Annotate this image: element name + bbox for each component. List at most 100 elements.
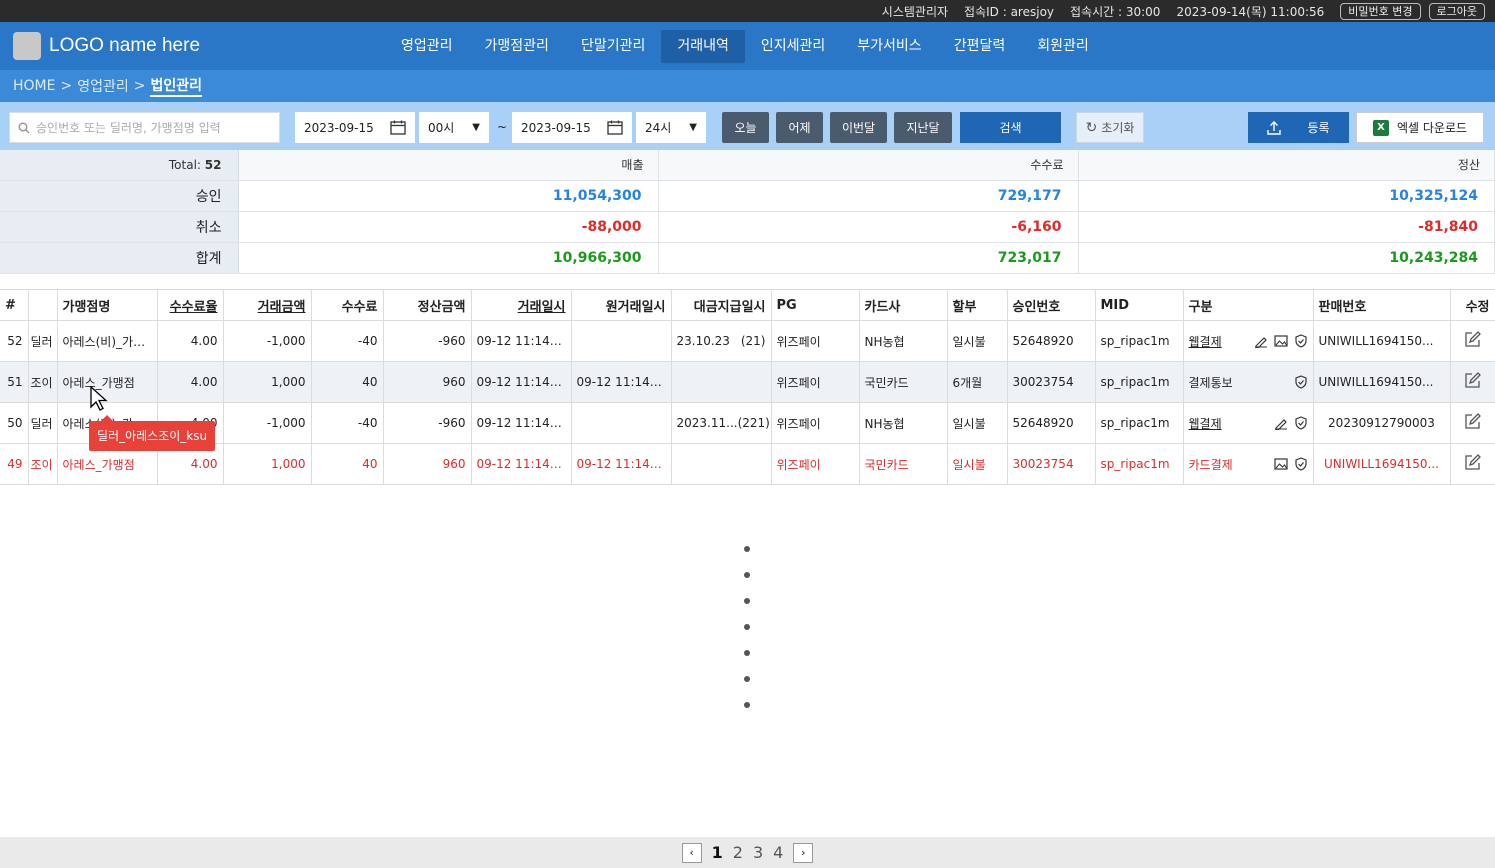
nav-item-transactions[interactable]: 거래내역	[661, 29, 745, 63]
nav-item-terminal[interactable]: 단말기관리	[565, 30, 661, 63]
col-header-sale-no[interactable]: 판매번호	[1313, 289, 1451, 321]
row-no: 49	[0, 443, 29, 485]
breadcrumb-level1[interactable]: 영업관리	[77, 76, 129, 96]
row-mid: sp_ripac1m	[1095, 361, 1184, 403]
page-4[interactable]: 4	[773, 843, 783, 862]
col-header-pg[interactable]: PG	[771, 289, 860, 321]
shield-check-icon[interactable]	[1294, 375, 1308, 389]
table-row[interactable]: 51 조이 아레스_가맹점 4.00 1,000 40 960 09-12 11…	[0, 361, 1495, 403]
today-button[interactable]: 오늘	[722, 112, 769, 143]
col-header-fee[interactable]: 수수료	[311, 289, 384, 321]
row-dealer[interactable]: 딜러	[28, 320, 58, 362]
col-header-datetime[interactable]: 거래일시	[471, 289, 572, 321]
kind-link[interactable]: 웹결제	[1189, 333, 1222, 350]
image-icon[interactable]	[1273, 334, 1288, 348]
next-page-button[interactable]: ›	[793, 842, 814, 863]
search-bar: 승인번호 또는 딜러명, 가맹점명 입력 2023-09-15 00시 ▼ ~ …	[0, 102, 1495, 150]
calendar-icon[interactable]	[390, 120, 406, 135]
row-datetime: 09-12 11:14:51	[471, 402, 572, 444]
row-pg: 위즈페이	[771, 402, 860, 444]
col-header-no[interactable]: #	[0, 289, 29, 321]
row-edit[interactable]	[1450, 361, 1495, 403]
col-header-kind[interactable]: 구분	[1183, 289, 1314, 321]
col-header-installment[interactable]: 할부	[947, 289, 1008, 321]
col-header-settle[interactable]: 정산금액	[383, 289, 472, 321]
reset-button[interactable]: ↻ 초기화	[1076, 112, 1144, 143]
logo-icon	[13, 32, 41, 60]
hour-to-select[interactable]: 24시 ▼	[636, 112, 706, 143]
excel-download-button[interactable]: X 엑셀 다운로드	[1356, 112, 1484, 143]
row-dealer[interactable]: 딜러	[28, 402, 58, 444]
dot	[744, 598, 750, 604]
chevron-left-icon: ‹	[689, 846, 694, 859]
shield-check-icon[interactable]	[1294, 457, 1308, 471]
shield-check-icon[interactable]	[1294, 416, 1308, 430]
table-row[interactable]: 52 딜러 아레스(비)_가맹점 4.00 -1,000 -40 -960 09…	[0, 320, 1495, 362]
row-edit[interactable]	[1450, 443, 1495, 485]
transactions-table: # 가맹점명 수수료율 거래금액 수수료 정산금액 거래일시 원거래일시 대금지…	[0, 289, 1495, 485]
calendar-icon[interactable]	[607, 120, 623, 135]
row-card: 국민카드	[859, 361, 948, 403]
row-pay-date: 23.10.23 (21)	[671, 320, 772, 362]
page-3[interactable]: 3	[753, 843, 763, 862]
row-edit[interactable]	[1450, 402, 1495, 444]
date-to-field[interactable]: 2023-09-15	[512, 112, 632, 143]
table-row[interactable]: 50 딜러 아레스(비)_가맹점 4.00 -1,000 -40 -960 09…	[0, 402, 1495, 444]
row-edit[interactable]	[1450, 320, 1495, 362]
date-from-field[interactable]: 2023-09-15	[295, 112, 415, 143]
summary-settle-value: 10,243,284	[1078, 242, 1495, 274]
page-2[interactable]: 2	[733, 843, 743, 862]
nav-item-merchant[interactable]: 가맹점관리	[469, 30, 565, 63]
dot	[744, 676, 750, 682]
nav-item-members[interactable]: 회원관리	[1021, 30, 1105, 63]
summary-settle-value: 10,325,124	[1078, 180, 1495, 212]
col-header-merchant[interactable]: 가맹점명	[57, 289, 158, 321]
change-password-button[interactable]: 비밀번호 변경	[1340, 2, 1421, 20]
nav-item-extra-services[interactable]: 부가서비스	[841, 30, 937, 63]
prev-page-button[interactable]: ‹	[681, 842, 702, 863]
col-header-orig-datetime[interactable]: 원거래일시	[571, 289, 672, 321]
total-count: Total: 52	[0, 150, 239, 181]
last-month-button[interactable]: 지난달	[894, 112, 952, 143]
col-header-dealer	[28, 289, 58, 321]
row-amount: -1,000	[223, 320, 312, 362]
col-header-approval[interactable]: 승인번호	[1007, 289, 1096, 321]
edit-icon[interactable]	[1464, 413, 1481, 430]
image-icon[interactable]	[1273, 457, 1288, 471]
shield-check-icon[interactable]	[1294, 334, 1308, 348]
col-header-card[interactable]: 카드사	[859, 289, 948, 321]
row-fee-rate: 4.00	[157, 320, 224, 362]
nav-item-sales[interactable]: 영업관리	[385, 30, 469, 63]
nav-item-calendar[interactable]: 간편달력	[938, 30, 1022, 63]
kind-link[interactable]: 웹결제	[1189, 415, 1222, 432]
breadcrumb-home[interactable]: HOME	[13, 78, 55, 94]
row-dealer[interactable]: 조이	[28, 443, 58, 485]
signature-icon[interactable]	[1254, 334, 1268, 348]
row-dealer[interactable]: 조이	[28, 361, 58, 403]
col-header-pay-date[interactable]: 대금지급일시	[671, 289, 772, 321]
col-header-amount[interactable]: 거래금액	[223, 289, 312, 321]
row-pg: 위즈페이	[771, 320, 860, 362]
breadcrumb: HOME > 영업관리 > 법인관리	[0, 70, 1495, 102]
row-fee-rate: 4.00	[157, 361, 224, 403]
top-info-bar: 시스템관리자 접속ID : aresjoy 접속시간 : 30:00 2023-…	[0, 0, 1495, 22]
edit-icon[interactable]	[1464, 454, 1481, 471]
row-merchant[interactable]: 아레스(비)_가맹점	[57, 320, 158, 362]
hour-from-select[interactable]: 00시 ▼	[419, 112, 489, 143]
session-timer: 접속시간 : 30:00	[1070, 4, 1161, 19]
col-header-mid[interactable]: MID	[1095, 289, 1184, 321]
table-row[interactable]: 49 조이 아레스_가맹점 4.00 1,000 40 960 09-12 11…	[0, 443, 1495, 485]
yesterday-button[interactable]: 어제	[776, 112, 823, 143]
search-input[interactable]: 승인번호 또는 딜러명, 가맹점명 입력	[9, 112, 280, 143]
register-button[interactable]: 등록	[1248, 112, 1349, 143]
this-month-button[interactable]: 이번달	[830, 112, 887, 143]
search-button[interactable]: 검색	[960, 112, 1061, 143]
signature-icon[interactable]	[1274, 416, 1288, 430]
page-1[interactable]: 1	[712, 843, 723, 862]
col-header-fee-rate[interactable]: 수수료율	[157, 289, 224, 321]
edit-icon[interactable]	[1464, 331, 1481, 348]
logout-button[interactable]: 로그아웃	[1428, 2, 1485, 20]
nav-item-stamp-tax[interactable]: 인지세관리	[745, 30, 841, 63]
logo[interactable]: LOGO name here	[13, 32, 200, 60]
edit-icon[interactable]	[1464, 372, 1481, 389]
